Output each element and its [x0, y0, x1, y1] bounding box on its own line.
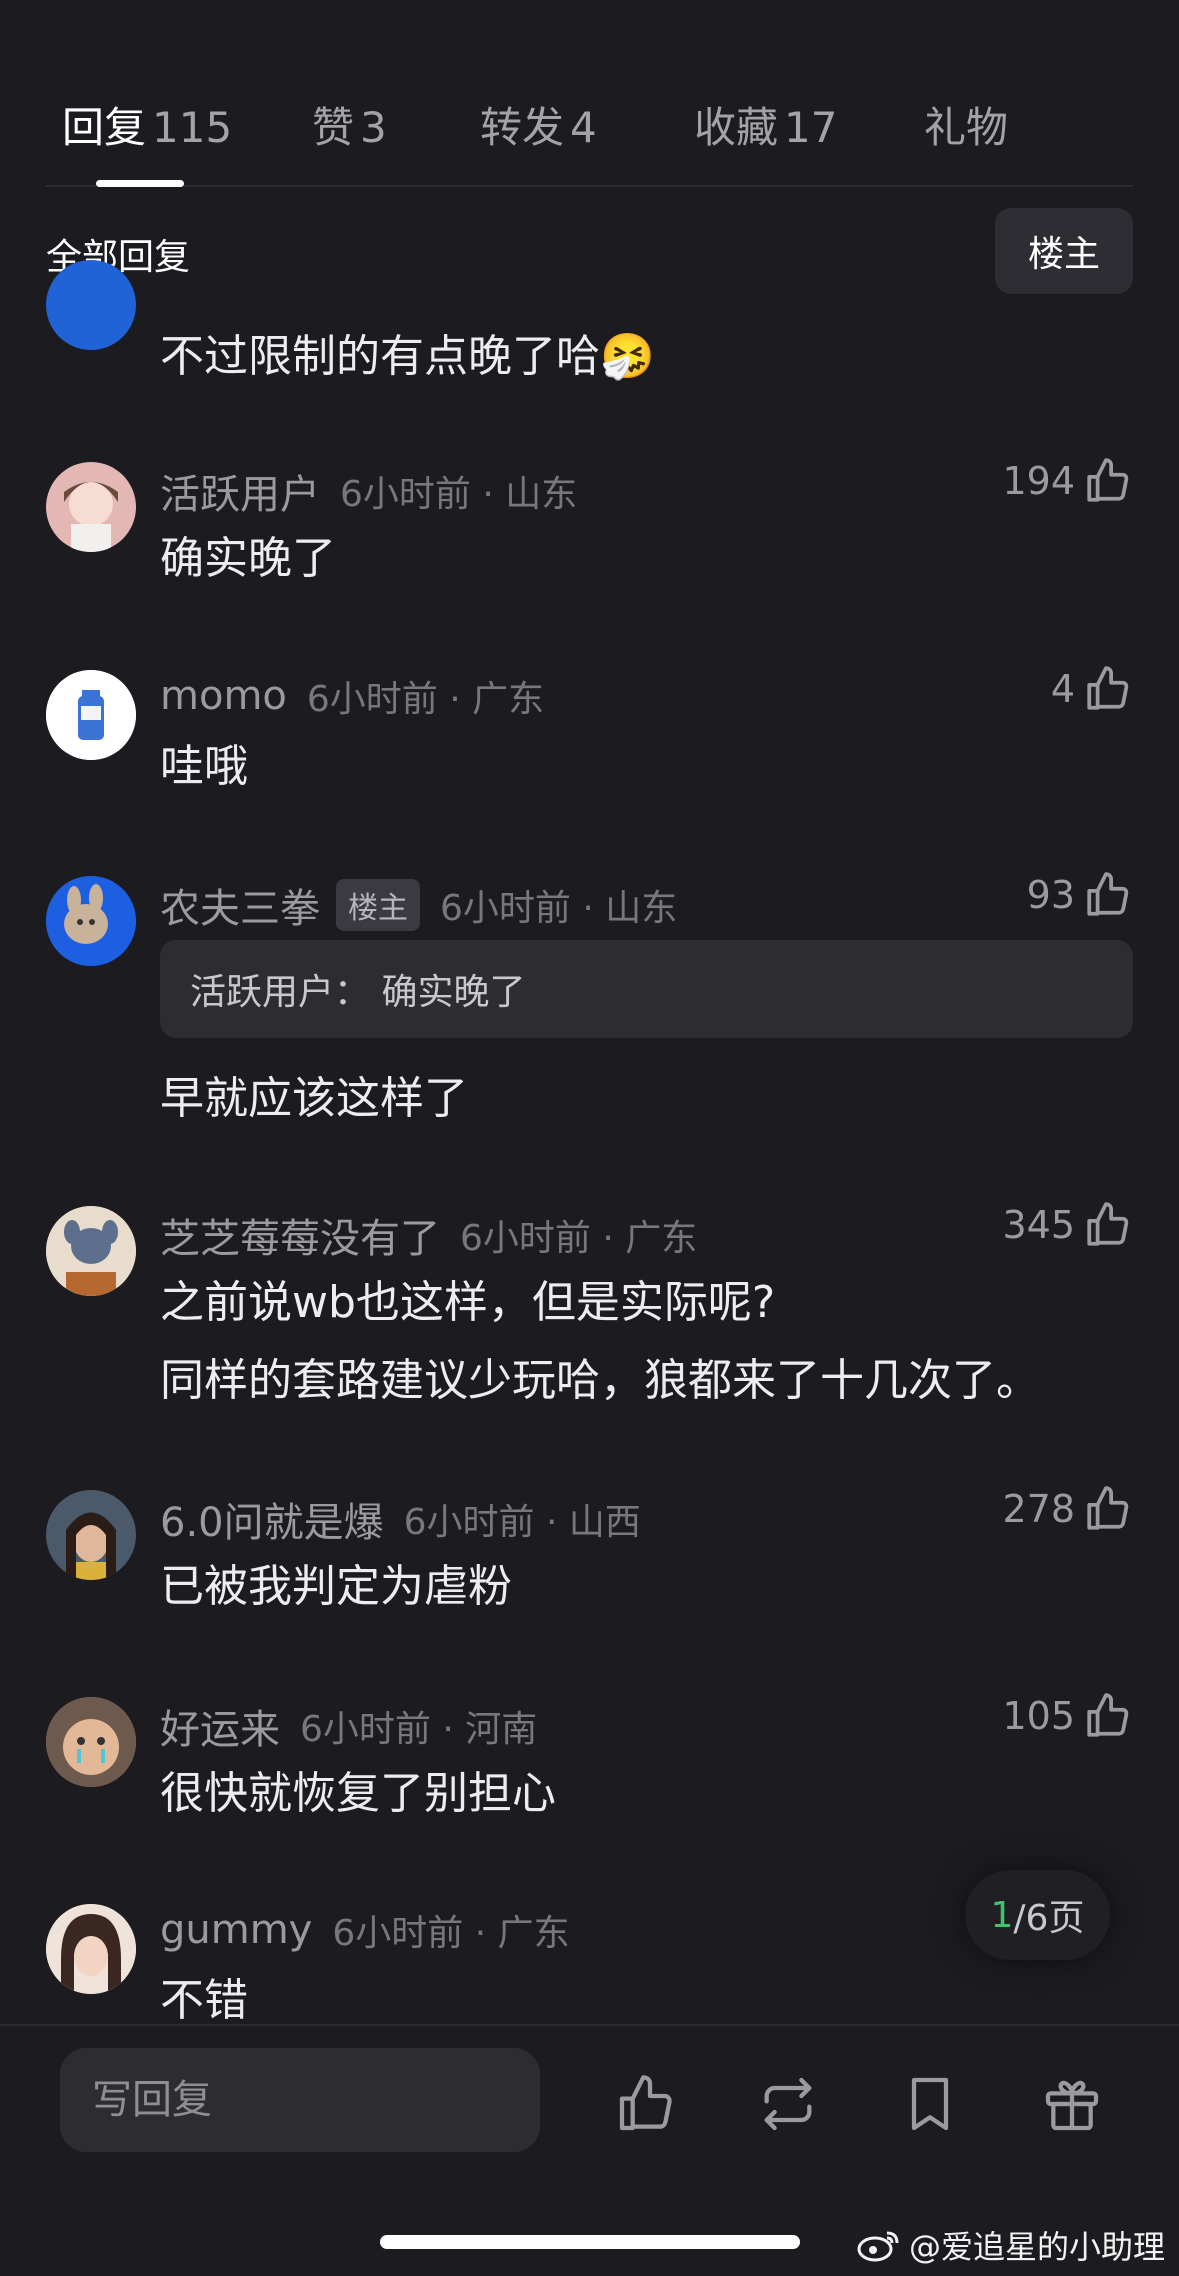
comment-item: 好运来 6小时前 · 河南 105 很快就恢复了别担心 [46, 1693, 1133, 1819]
avatar[interactable] [46, 1697, 136, 1787]
comment-text: 哇哦 [160, 741, 248, 792]
avatar[interactable] [46, 670, 136, 760]
gift-icon[interactable] [1040, 2072, 1104, 2136]
timestamp-location: 6小时前 · 山东 [340, 474, 578, 515]
comment-text: 不错 [160, 1975, 248, 2026]
current-page: 1 [990, 1894, 1014, 1936]
comment-meta: 6.0问就是爆 6小时前 · 山西 [160, 1490, 641, 1548]
comment-text: 已被我判定为虐粉 [160, 1561, 512, 1612]
thumbs-up-icon [1087, 1693, 1129, 1737]
comment-text: 之前说wb也这样，但是实际呢? [160, 1277, 776, 1328]
thumbs-up-icon[interactable] [614, 2072, 678, 2136]
bookmark-icon[interactable] [898, 2072, 962, 2136]
comment-text: 不过限制的有点晚了哈🤧 [160, 331, 655, 382]
weibo-logo-icon [857, 2231, 899, 2262]
like-button[interactable]: 194 [1002, 456, 1133, 506]
like-count: 105 [1002, 1694, 1075, 1738]
comment-item: 芝芝莓莓没有了 6小时前 · 广东 345 之前说wb也这样，但是实际呢? 同样… [46, 1202, 1133, 1406]
watermark: @爱追星的小助理 [857, 2222, 1165, 2268]
username[interactable]: 好运来 [160, 1697, 280, 1755]
comment-item: momo 6小时前 · 广东 4 哇哦 [46, 666, 1133, 792]
sneeze-emoji: 🤧 [600, 331, 655, 382]
filter-row: 全部回复 楼主 [46, 208, 1133, 294]
avatar[interactable] [46, 1206, 136, 1296]
like-count: 4 [1050, 667, 1075, 711]
timestamp-location: 6小时前 · 广东 [306, 679, 545, 720]
timestamp-location: 6小时前 · 山东 [440, 888, 678, 929]
username[interactable]: momo [160, 673, 287, 719]
like-count: 194 [1002, 459, 1075, 503]
thumbs-up-icon [1087, 458, 1129, 502]
timestamp-location: 6小时前 · 广东 [332, 1913, 570, 1954]
tab-label: 转发 [480, 103, 565, 152]
owner-filter-button[interactable]: 楼主 [995, 208, 1133, 294]
tab-reposts[interactable]: 转发 4 [480, 94, 597, 155]
comment-item: 活跃用户 6小时前 · 山东 194 确实晚了 [46, 458, 1133, 584]
username[interactable]: 活跃用户 [160, 462, 320, 520]
comment-meta: momo 6小时前 · 广东 [160, 670, 544, 722]
tab-bar: 回复 115 赞3 转发 4 收藏 17 礼物 [46, 70, 1133, 187]
like-button[interactable]: 93 [1027, 870, 1133, 920]
page-indicator[interactable]: 1/6页 [965, 1870, 1110, 1960]
tab-favorites[interactable]: 收藏 17 [694, 94, 837, 155]
home-indicator[interactable] [380, 2235, 800, 2249]
thumbs-up-icon [1087, 872, 1129, 916]
timestamp-location: 6小时前 · 广东 [460, 1218, 698, 1259]
tab-gifts[interactable]: 礼物 [924, 94, 1008, 155]
comment-partial: 不过限制的有点晚了哈🤧 [46, 260, 1133, 382]
comment-text-line2: 同样的套路建议少玩哈，狼都来了十几次了。 [160, 1355, 1040, 1406]
page-total: /6页 [1013, 1898, 1085, 1939]
comment-text: 很快就恢复了别担心 [160, 1768, 556, 1819]
comment-text: 确实晚了 [160, 533, 336, 584]
active-tab-indicator [96, 180, 184, 187]
comment-meta: 芝芝莓莓没有了 6小时前 · 广东 [160, 1206, 697, 1264]
tab-likes[interactable]: 赞3 [312, 94, 387, 155]
like-button[interactable]: 345 [1002, 1200, 1133, 1250]
owner-badge: 楼主 [336, 879, 420, 931]
avatar[interactable] [46, 1490, 136, 1580]
username[interactable]: gummy [160, 1907, 312, 1953]
like-count: 278 [1002, 1487, 1075, 1531]
timestamp-location: 6小时前 · 山西 [403, 1502, 641, 1543]
like-button[interactable]: 105 [1002, 1691, 1133, 1741]
avatar[interactable] [46, 462, 136, 552]
tab-count: 115 [152, 103, 233, 152]
avatar[interactable] [46, 876, 136, 966]
tab-count: 17 [784, 103, 838, 152]
comment-item: 6.0问就是爆 6小时前 · 山西 278 已被我判定为虐粉 [46, 1486, 1133, 1612]
thumbs-up-icon [1087, 1202, 1129, 1246]
username[interactable]: 农夫三拳 [160, 876, 320, 934]
like-button[interactable]: 278 [1002, 1484, 1133, 1534]
comment-meta: 活跃用户 6小时前 · 山东 [160, 462, 577, 520]
reply-input[interactable] [60, 2048, 540, 2152]
thumbs-up-icon [1087, 1486, 1129, 1530]
repost-icon[interactable] [756, 2072, 820, 2136]
comment-meta: gummy 6小时前 · 广东 [160, 1904, 570, 1956]
thumbs-up-icon [1087, 666, 1129, 710]
avatar[interactable] [46, 1904, 136, 1994]
username[interactable]: 芝芝莓莓没有了 [160, 1206, 440, 1264]
avatar[interactable] [46, 260, 136, 350]
like-button[interactable]: 4 [1051, 664, 1133, 714]
comment-text: 早就应该这样了 [160, 1073, 468, 1124]
tab-count: 4 [570, 103, 597, 152]
tab-replies[interactable]: 回复 115 [62, 94, 232, 155]
timestamp-location: 6小时前 · 河南 [300, 1709, 538, 1750]
tab-count: 3 [360, 103, 387, 152]
watermark-text: @爱追星的小助理 [908, 2228, 1165, 2266]
tab-label: 礼物 [924, 103, 1009, 152]
comment-item: 农夫三拳 楼主 6小时前 · 山东 93 活跃用户： 确实晚了 早就应该这样了 [46, 872, 1133, 1126]
tab-label: 收藏 [694, 103, 779, 152]
comment-meta: 好运来 6小时前 · 河南 [160, 1697, 537, 1755]
tab-label: 赞 [312, 103, 355, 152]
tab-label: 回复 [62, 103, 147, 152]
username[interactable]: 6.0问就是爆 [160, 1490, 384, 1548]
comment-meta: 农夫三拳 楼主 6小时前 · 山东 [160, 876, 677, 934]
like-count: 345 [1002, 1203, 1075, 1247]
quoted-reply[interactable]: 活跃用户： 确实晚了 [160, 940, 1133, 1038]
like-count: 93 [1026, 873, 1075, 917]
